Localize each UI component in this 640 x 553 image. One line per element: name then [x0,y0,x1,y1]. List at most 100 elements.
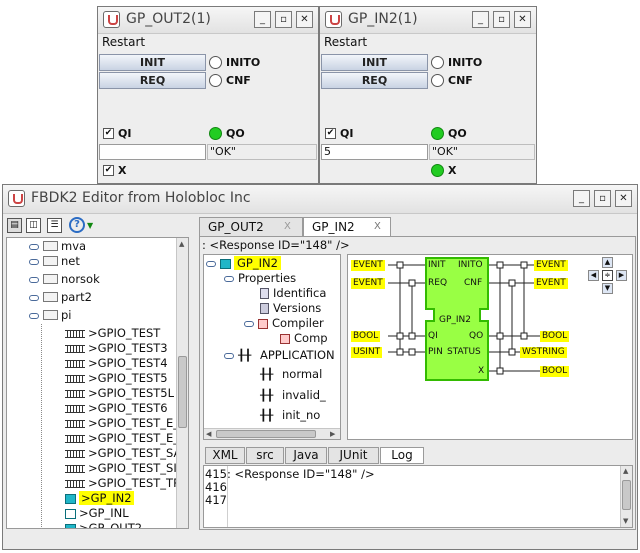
port-cnf[interactable]: CNF [464,278,482,289]
tree-item-comp[interactable]: Comp [280,331,328,346]
title-bar[interactable]: GP_OUT2(1) _ ▫ ✕ [98,7,318,34]
close-icon[interactable]: ✕ [615,190,632,207]
tree-item-part2[interactable]: part2 [29,290,92,305]
port-inito[interactable]: INITO [458,260,483,271]
tree-item-fb[interactable]: >GP_INL [65,506,129,521]
tree-item-mva[interactable]: mva [29,239,86,254]
tree-item-versions[interactable]: Versions [260,301,321,316]
maximize-icon[interactable]: ▫ [275,11,292,28]
tab-gp-in2[interactable]: GP_IN2 X [303,217,391,236]
tab-java[interactable]: Java [285,447,327,464]
tree-item-fb[interactable]: >GPIO_TEST_SA [65,446,181,461]
tab-close-icon[interactable]: X [374,218,381,236]
tree-item-identification[interactable]: Identifica [260,286,326,301]
scroll-thumb[interactable] [622,480,631,510]
x-checkbox[interactable]: ✔ [103,165,114,176]
port-init[interactable]: INIT [428,260,446,271]
minimize-icon[interactable]: _ [254,11,271,28]
close-icon[interactable]: ✕ [514,11,531,28]
fb-type-icon [65,523,76,528]
scroll-right-icon[interactable]: ▶ [330,430,335,438]
port-qo[interactable]: QO [469,331,483,342]
folder-icon [43,240,58,251]
menu-restart[interactable]: Restart [102,35,145,49]
tree-item-gp-in2-selected[interactable]: >GP_IN2 [65,491,134,506]
port-status[interactable]: STATUS [447,347,481,358]
tree-item-net[interactable]: net [29,254,80,269]
tree-item-normal[interactable]: ╂╂ normal [260,367,322,382]
tree-item-fb[interactable]: >GPIO_TEST3 [65,341,168,356]
inito-indicator [209,56,222,69]
tree-item-fb[interactable]: >GPIO_TEST [65,326,160,341]
toggle-view-icon[interactable]: ◫ [26,218,41,233]
maximize-icon[interactable]: ▫ [594,190,611,207]
fb-wiring [388,257,540,381]
fb-network-icon [65,464,85,473]
nav-left-icon[interactable]: ◀ [588,270,599,281]
scroll-thumb[interactable] [178,356,187,428]
close-icon[interactable]: ✕ [296,11,313,28]
network-icon: ╂╂ [238,348,252,362]
tree-item-fb[interactable]: >GPIO_TEST_E_ [65,416,179,431]
nav-center-icon[interactable]: ≑ [602,270,613,281]
title-bar[interactable]: GP_IN2(1) _ ▫ ✕ [320,7,536,34]
tree-item-fb[interactable]: >GPIO_TEST_SIN [65,461,185,476]
editor-title-bar[interactable]: FBDK2 Editor from Holobloc Inc _ ▫ ✕ [3,185,637,214]
log-gutter [227,466,228,527]
chevron-down-icon[interactable]: ▼ [87,221,93,230]
tab-xml[interactable]: XML [205,447,245,464]
req-button[interactable]: REQ [321,72,428,89]
tree-item-properties[interactable]: Properties [224,271,296,286]
tab-log[interactable]: Log [380,447,424,464]
port-x[interactable]: X [478,366,484,377]
tree-item-fb[interactable]: >GPIO_TEST5 [65,371,168,386]
minimize-icon[interactable]: _ [573,190,590,207]
scroll-left-icon[interactable]: ◀ [206,430,211,438]
editor-title: FBDK2 Editor from Holobloc Inc [31,190,251,206]
qi-checkbox[interactable]: ✔ [325,128,336,139]
tree-item-norsok[interactable]: norsok [29,272,100,287]
req-button[interactable]: REQ [99,72,206,89]
scroll-down-icon[interactable]: ▼ [623,517,628,525]
tree-item-fb[interactable]: >GPIO_TEST_E_I [65,431,182,446]
scroll-up-icon[interactable]: ▲ [179,240,184,248]
tree-scrollbar[interactable]: ▲ [176,238,188,528]
tree-item-invalid[interactable]: ╂╂ invalid_ [260,388,326,403]
tree-item-pi[interactable]: pi [29,308,72,323]
list-icon[interactable]: ☰ [47,218,62,233]
maximize-icon[interactable]: ▫ [493,11,510,28]
port-qi[interactable]: QI [428,331,438,342]
port-req[interactable]: REQ [428,278,447,289]
log-scrollbar[interactable]: ▲ ▼ [620,466,632,527]
save-icon[interactable]: ▤ [7,218,22,233]
tree-item-fb[interactable]: >GPIO_TEST6 [65,401,168,416]
scroll-up-icon[interactable]: ▲ [623,467,628,475]
port-pin[interactable]: PIN [428,347,443,358]
init-button[interactable]: INIT [99,54,206,71]
nav-down-icon[interactable]: ▼ [602,283,613,294]
qi-checkbox[interactable]: ✔ [103,128,114,139]
fb-instance-name[interactable]: GP_IN2 [439,315,471,326]
tree-item-compiler[interactable]: Compiler [244,316,324,331]
tree-item-fb[interactable]: >GPIO_TEST4 [65,356,168,371]
init-button[interactable]: INIT [321,54,428,71]
nav-right-icon[interactable]: ▶ [616,270,627,281]
tree-item-fb[interactable]: >GPIO_TEST_TR [65,476,181,491]
pin-input[interactable] [99,144,206,160]
tree-item-fb[interactable]: >GPIO_TEST5L [65,386,174,401]
tab-close-icon[interactable]: X [284,218,291,236]
tab-src[interactable]: src [246,447,284,464]
tab-gp-out2[interactable]: GP_OUT2 X [199,217,303,236]
help-icon[interactable]: ? [69,217,85,233]
menu-restart[interactable]: Restart [324,35,367,49]
tree-item-init-no[interactable]: ╂╂ init_no [260,408,320,423]
nav-up-icon[interactable]: ▲ [602,257,613,268]
tree-item-gp-in2[interactable]: GP_IN2 [206,256,281,271]
tree-item-application[interactable]: ╂╂ APPLICATION [224,348,335,363]
h-scrollbar[interactable]: ◀ ▶ [204,428,340,439]
minimize-icon[interactable]: _ [472,11,489,28]
scroll-thumb[interactable] [216,430,316,438]
tab-junit[interactable]: JUnit [328,447,379,464]
pin-input[interactable]: 5 [321,144,428,160]
tree-item-fb[interactable]: >GP_OUT2 [65,521,142,528]
